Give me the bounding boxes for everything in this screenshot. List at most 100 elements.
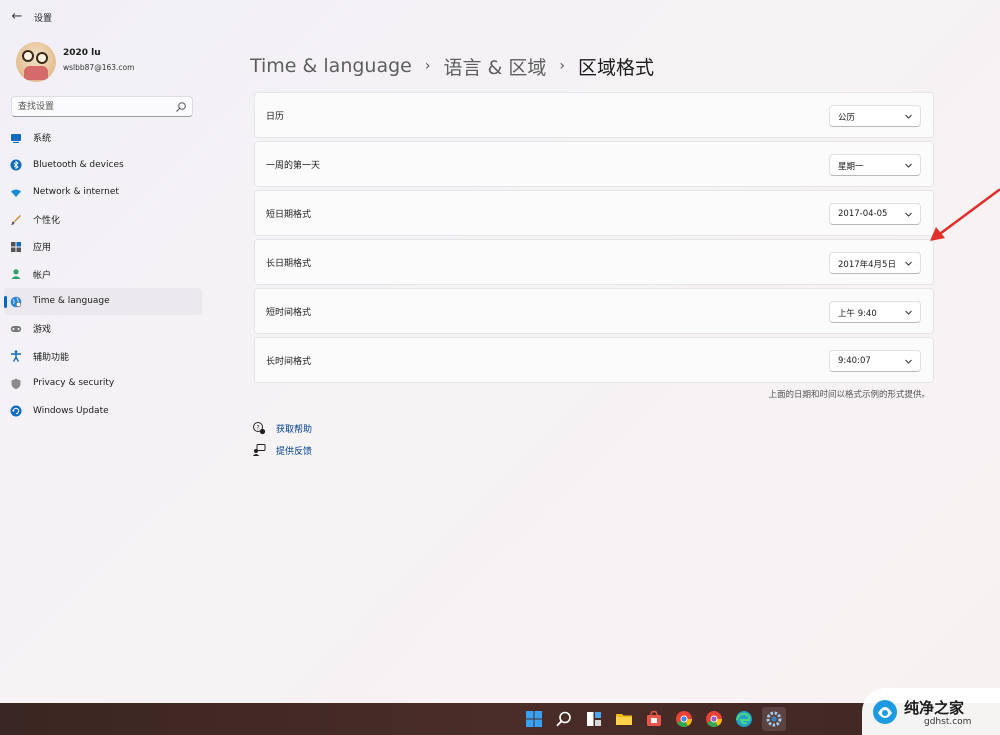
sidebar-item-gaming[interactable]: 游戏 [4,315,202,342]
windows-start-icon[interactable] [525,710,543,728]
sidebar-item-time-language[interactable]: Time & language [4,287,202,316]
title-bar: ← 设置 [0,0,1000,34]
long-date-dropdown[interactable]: 2017年4月5日 [829,252,921,274]
settings-icon [766,711,782,727]
brush-icon [11,214,21,225]
chevron-down-icon [905,114,912,119]
chevron-down-icon [905,359,912,364]
globe-clock-icon [10,296,22,308]
calendar-dropdown[interactable]: 公历 [829,105,921,127]
sidebar-item-label: 个性化 [33,216,61,227]
sidebar-item-label: 游戏 [33,325,52,336]
get-help-link[interactable]: ? 获取帮助 [252,421,312,435]
sidebar-item-network[interactable]: Network & internet [4,179,202,206]
taskbar-settings-button[interactable] [762,707,786,731]
setting-row-long-time: 长时间格式 9:40:07 [254,337,934,383]
setting-label: 长日期格式 [266,259,312,269]
sidebar-item-privacy[interactable]: Privacy & security [4,370,202,397]
taskbar [0,703,1000,735]
settings-list: 日历 公历 一周的第一天 星期一 短日期格式 2017-04-05 长日期格式 … [254,92,934,386]
get-help-label: 获取帮助 [276,425,313,435]
sidebar-item-bluetooth[interactable]: Bluetooth & devices [4,151,202,178]
chevron-down-icon [905,310,912,315]
sidebar-item-label: 系统 [33,134,52,145]
edge-icon[interactable] [735,710,753,728]
chevron-down-icon [905,212,912,217]
setting-label: 一周的第一天 [266,161,321,171]
watermark: 纯净之家 gdhst.com [862,688,1000,735]
task-view-icon[interactable] [585,710,603,728]
back-arrow-icon[interactable]: ← [9,9,25,25]
format-footnote: 上面的日期和时间以格式示例的形式提供。 [768,390,930,400]
wifi-icon [11,189,21,197]
sidebar-item-accessibility[interactable]: 辅助功能 [4,342,202,369]
gamepad-icon [10,326,22,333]
accessibility-icon [11,350,21,363]
avatar [16,42,56,82]
breadcrumb-language-region[interactable]: 语言 & 区域 [443,53,546,80]
update-icon [10,405,22,417]
search-input[interactable] [18,100,168,114]
setting-row-short-time: 短时间格式 上午 9:40 [254,288,934,334]
app-title: 设置 [34,14,53,24]
search-icon[interactable] [175,101,187,113]
dropdown-value: 上午 9:40 [838,309,877,319]
dropdown-value: 9:40:07 [838,356,871,366]
setting-row-calendar: 日历 公历 [254,92,934,138]
sidebar-item-label: Windows Update [33,405,109,416]
system-icon [11,134,21,143]
long-time-dropdown[interactable]: 9:40:07 [829,350,921,372]
give-feedback-label: 提供反馈 [276,447,313,457]
breadcrumb-separator: › [559,58,565,74]
store-icon[interactable] [645,710,663,728]
sidebar-item-windows-update[interactable]: Windows Update [4,397,202,424]
svg-text:?: ? [256,424,259,431]
user-email: wslbb87@163.com [63,63,135,72]
setting-row-long-date: 长日期格式 2017年4月5日 [254,239,934,285]
short-date-dropdown[interactable]: 2017-04-05 [829,203,921,225]
help-icon: ? [253,422,266,435]
dropdown-value: 星期一 [838,162,864,172]
chevron-down-icon [905,163,912,168]
red-annotation-arrow [930,188,1000,241]
sidebar-item-label: Time & language [33,296,110,307]
dropdown-value: 2017年4月5日 [838,260,896,270]
setting-label: 短日期格式 [266,210,312,220]
setting-label: 长时间格式 [266,357,312,367]
user-name: 2020 lu [63,48,101,58]
sidebar-item-label: Privacy & security [33,378,115,389]
page-title: 区域格式 [577,56,654,79]
short-time-dropdown[interactable]: 上午 9:40 [829,301,921,323]
setting-row-short-date: 短日期格式 2017-04-05 [254,190,934,236]
watermark-url: gdhst.com [924,717,972,727]
first-day-dropdown[interactable]: 星期一 [829,154,921,176]
chrome-canary-icon[interactable] [705,710,723,728]
feedback-icon [252,444,266,456]
breadcrumb-time-language[interactable]: Time & language [250,55,412,77]
breadcrumb: Time & language › 语言 & 区域 › 区域格式 [250,53,654,79]
sidebar-item-label: Bluetooth & devices [33,159,124,170]
sidebar-item-label: 帐户 [33,270,52,281]
setting-label: 日历 [266,112,285,122]
chrome-icon[interactable] [675,710,693,728]
search-box[interactable] [11,96,193,117]
sidebar-item-apps[interactable]: 应用 [4,233,202,260]
dropdown-value: 2017-04-05 [838,209,888,219]
watermark-logo-icon [873,700,897,724]
file-explorer-icon[interactable] [615,710,633,728]
dropdown-value: 公历 [838,113,856,123]
sidebar-item-label: 辅助功能 [33,352,70,363]
search-icon[interactable] [555,710,573,728]
setting-label: 短时间格式 [266,308,312,318]
account-icon [11,269,21,280]
watermark-title: 纯净之家 [904,699,965,717]
sidebar-item-label: Network & internet [33,187,119,198]
sidebar-item-personalization[interactable]: 个性化 [4,206,202,233]
setting-row-first-day-of-week: 一周的第一天 星期一 [254,141,934,187]
give-feedback-link[interactable]: 提供反馈 [252,443,312,457]
sidebar-item-accounts[interactable]: 帐户 [4,260,202,287]
sidebar-item-system[interactable]: 系统 [4,124,202,151]
apps-icon [11,242,21,253]
chevron-down-icon [905,261,912,266]
sidebar-nav: 系统 Bluetooth & devices Network & interne… [4,124,202,424]
